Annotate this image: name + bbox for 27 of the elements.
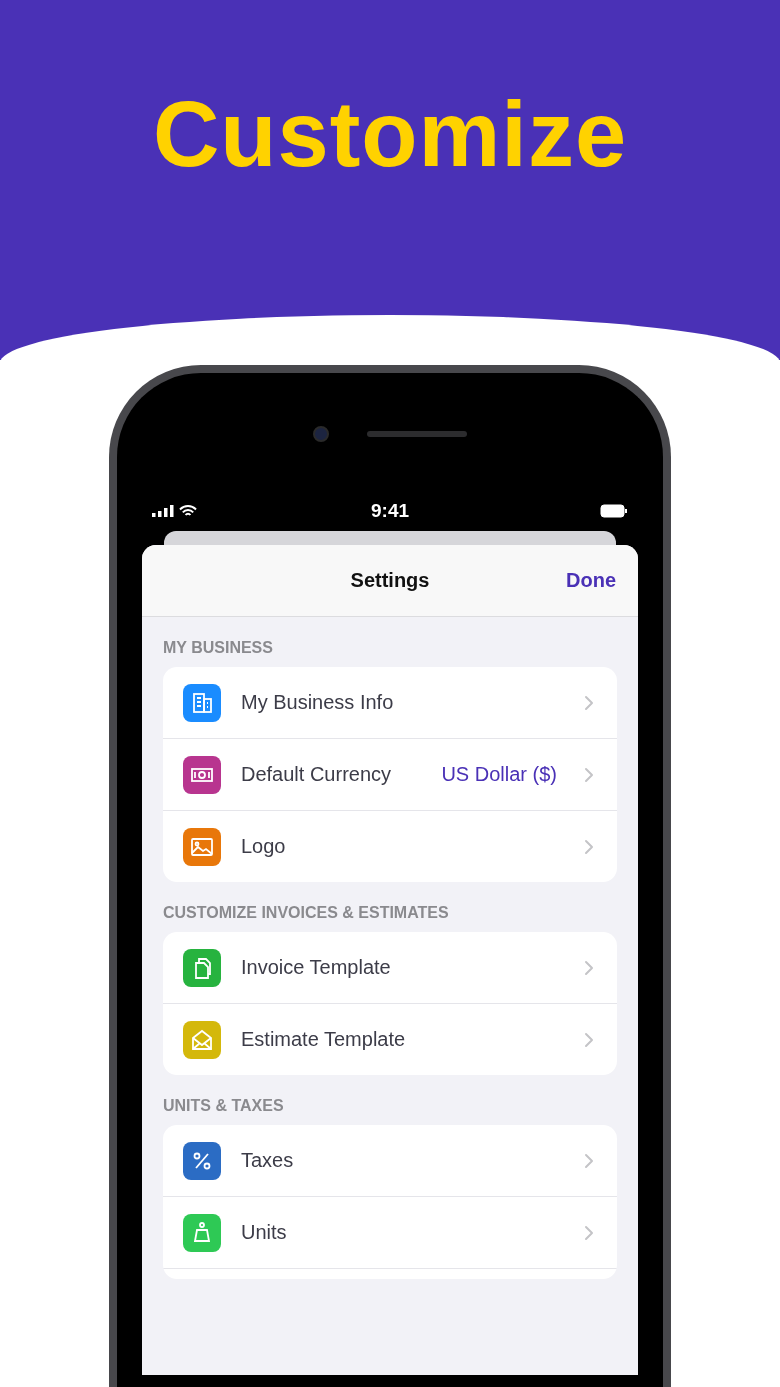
section-header: UNITS & TAXES — [162, 1096, 285, 1116]
section-header: MY BUSINESS — [162, 638, 274, 658]
settings-row[interactable]: Default Currency US Dollar ($) — [163, 739, 617, 811]
row-label: Units — [241, 1221, 288, 1244]
nav-title: Settings — [350, 569, 430, 592]
settings-row[interactable]: Units — [163, 1197, 617, 1269]
battery-icon — [600, 504, 628, 518]
section-header: CUSTOMIZE INVOICES & ESTIMATES — [162, 903, 450, 923]
status-time: 9:41 — [371, 500, 409, 522]
row-label: Default Currency — [241, 763, 393, 786]
settings-row[interactable]: Estimate Template — [163, 1004, 617, 1075]
settings-row[interactable]: Taxes — [163, 1125, 617, 1197]
speaker-icon — [367, 431, 467, 437]
wifi-icon — [179, 504, 197, 518]
done-button[interactable]: Done — [566, 569, 616, 592]
row-label: Invoice Template — [241, 956, 392, 979]
headline: Customize — [152, 88, 628, 180]
signal-icon — [152, 505, 174, 517]
row-label: My Business Info — [241, 691, 395, 714]
row-label: Logo — [241, 835, 287, 858]
row-label: Estimate Template — [241, 1028, 407, 1051]
settings-row[interactable]: My Business Info — [163, 667, 617, 739]
row-value: US Dollar ($) — [441, 763, 557, 786]
settings-row[interactable]: Logo — [163, 811, 617, 882]
settings-row[interactable]: Invoice Template — [163, 932, 617, 1004]
row-label: Taxes — [241, 1149, 295, 1172]
camera-icon — [313, 426, 329, 442]
